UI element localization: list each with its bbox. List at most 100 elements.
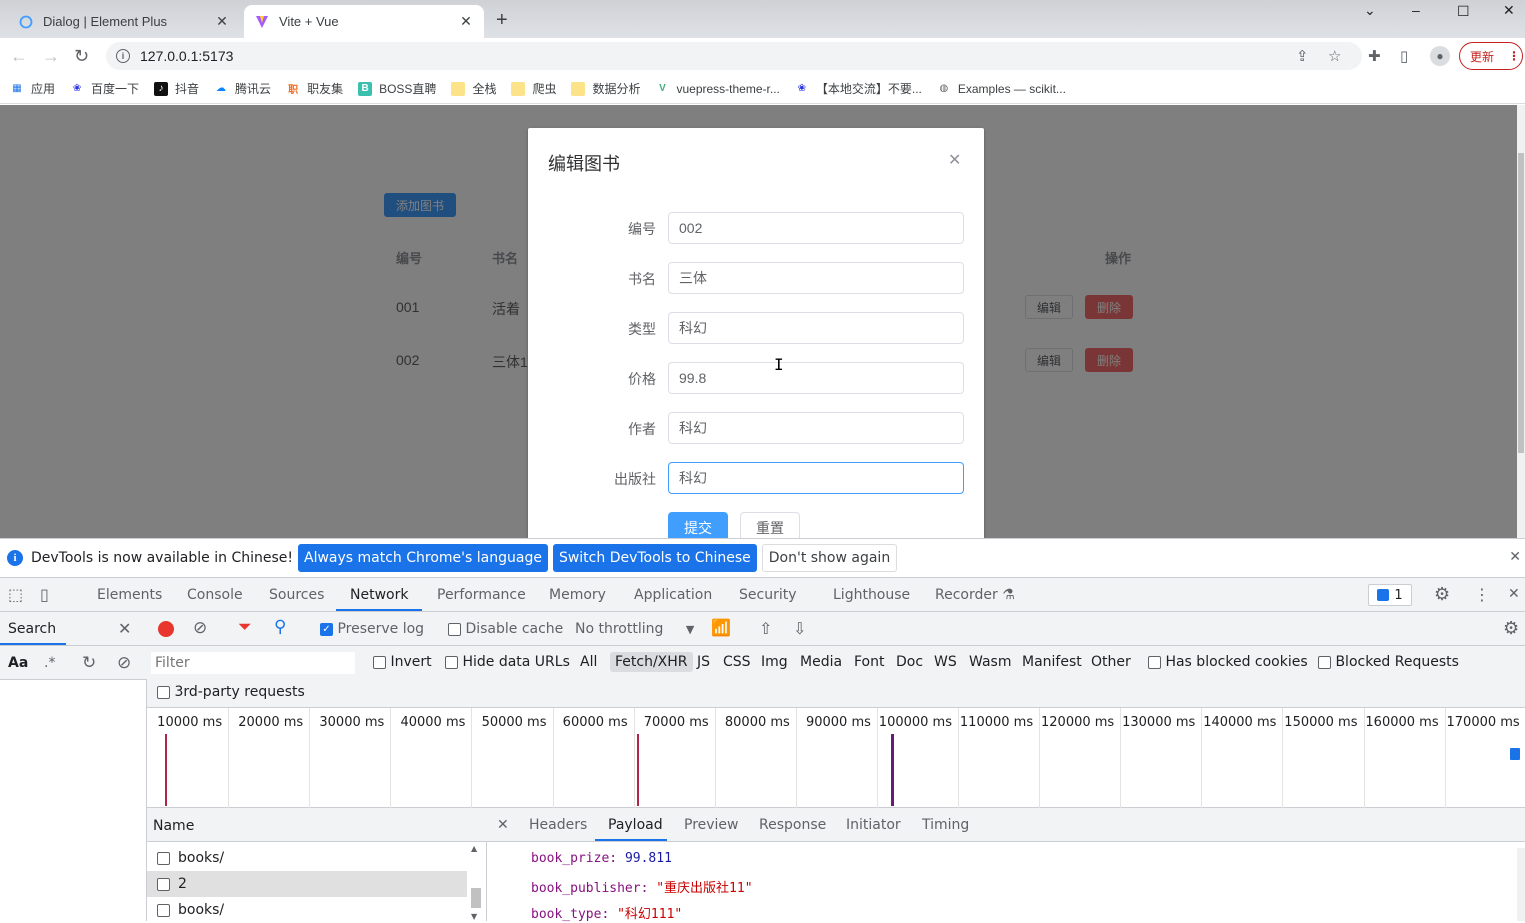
bookmark-item[interactable]: ❀ 【本地交流】不要...	[795, 80, 922, 97]
overview-handle-icon[interactable]	[1510, 748, 1520, 760]
scroll-up-arrow-icon[interactable]: ▲	[471, 844, 477, 853]
invert-checkbox[interactable]: Invert	[373, 654, 432, 670]
checkbox-checked[interactable]: ✓	[320, 622, 333, 636]
refresh-icon[interactable]: ↻	[82, 653, 96, 673]
export-har-icon[interactable]: ⇩	[793, 619, 806, 638]
tab-lighthouse[interactable]: Lighthouse	[833, 587, 910, 603]
filter-type-ws[interactable]: WS	[934, 654, 957, 670]
bookmark-item[interactable]: ◍ Examples — scikit...	[937, 82, 1066, 96]
side-panel-icon[interactable]: ▯	[1400, 47, 1408, 65]
checkbox[interactable]	[445, 655, 458, 669]
close-tab-icon[interactable]: ✕	[214, 13, 230, 30]
throttling-select[interactable]: No throttling ▼	[575, 621, 694, 637]
filter-type-manifest[interactable]: Manifest	[1022, 654, 1082, 670]
filter-type-css[interactable]: CSS	[723, 654, 751, 670]
tab-sources[interactable]: Sources	[269, 587, 324, 603]
filter-type-media[interactable]: Media	[800, 654, 842, 670]
blocked-requests-checkbox[interactable]: Blocked Requests	[1318, 654, 1459, 670]
reload-icon[interactable]: ↻	[74, 46, 89, 67]
checkbox[interactable]	[448, 622, 461, 636]
checkbox[interactable]	[373, 655, 386, 669]
tab-performance[interactable]: Performance	[437, 587, 526, 603]
id-input[interactable]	[668, 212, 964, 244]
search-icon[interactable]: ⚲	[274, 617, 286, 637]
bookmark-item[interactable]: ❀ 百度一下	[70, 80, 139, 97]
bookmark-folder[interactable]: 爬虫	[511, 80, 556, 97]
tab-application[interactable]: Application	[634, 587, 712, 603]
window-close-icon[interactable]: ✕	[1503, 2, 1515, 19]
checkbox[interactable]	[157, 685, 170, 699]
close-tab-icon[interactable]: ✕	[458, 13, 474, 30]
filter-type-all[interactable]: All	[580, 654, 597, 670]
bookmark-folder[interactable]: 全栈	[451, 80, 496, 97]
dialog-close-icon[interactable]: ✕	[948, 150, 961, 170]
browser-tab-element-plus[interactable]: Dialog | Element Plus ✕	[8, 5, 240, 38]
kebab-menu-icon[interactable]: ⋮	[1508, 49, 1520, 63]
page-scrollbar[interactable]	[1517, 105, 1525, 538]
site-info-icon[interactable]: i	[116, 49, 130, 63]
name-input[interactable]	[668, 262, 964, 294]
filter-type-fetch-xhr[interactable]: Fetch/XHR	[610, 652, 693, 672]
match-case-button[interactable]: Aa	[8, 655, 28, 671]
request-row-selected[interactable]: 2	[147, 871, 467, 897]
more-options-icon[interactable]: ⋮	[1474, 585, 1490, 604]
checkbox[interactable]	[1148, 655, 1161, 669]
forward-arrow-icon[interactable]: →	[42, 46, 60, 67]
filter-type-wasm[interactable]: Wasm	[969, 654, 1011, 670]
filter-type-font[interactable]: Font	[854, 654, 884, 670]
checkbox[interactable]	[1318, 655, 1331, 669]
switch-to-chinese-button[interactable]: Switch DevTools to Chinese	[552, 544, 757, 572]
bookmark-item[interactable]: ♪ 抖音	[154, 80, 199, 97]
disable-cache-checkbox[interactable]: Disable cache	[448, 621, 563, 637]
tab-console[interactable]: Console	[187, 587, 243, 603]
publisher-input[interactable]	[668, 462, 964, 494]
network-conditions-icon[interactable]: 📶	[711, 618, 731, 637]
scrollbar-thumb[interactable]	[1518, 153, 1524, 453]
preserve-log-checkbox[interactable]: ✓ Preserve log	[320, 621, 424, 637]
type-input[interactable]	[668, 312, 964, 344]
network-overview-timeline[interactable]: 10000 ms 20000 ms 30000 ms 40000 ms 50000 ms…	[147, 708, 1525, 808]
detail-tab-preview[interactable]: Preview	[684, 817, 739, 833]
dont-show-again-button[interactable]: Don't show again	[761, 544, 898, 572]
scrollbar-thumb[interactable]	[471, 888, 481, 908]
bookmark-item[interactable]: ▦ 应用	[10, 80, 55, 97]
filter-type-other[interactable]: Other	[1091, 654, 1131, 670]
tab-recorder[interactable]: Recorder ⚗	[935, 587, 1015, 603]
close-devtools-icon[interactable]: ✕	[1508, 586, 1520, 602]
has-blocked-cookies-checkbox[interactable]: Has blocked cookies	[1148, 654, 1308, 670]
maximize-icon[interactable]: ☐	[1457, 3, 1470, 20]
filter-input[interactable]	[151, 652, 355, 674]
new-tab-button[interactable]: +	[496, 9, 508, 32]
filter-type-img[interactable]: Img	[761, 654, 788, 670]
detail-tab-headers[interactable]: Headers	[529, 817, 587, 833]
close-infobar-icon[interactable]: ✕	[1509, 549, 1521, 565]
tab-network[interactable]: Network	[350, 587, 408, 603]
detail-tab-initiator[interactable]: Initiator	[846, 817, 901, 833]
clear-log-icon[interactable]: ⊘	[193, 618, 207, 638]
bookmark-item[interactable]: 职职友集	[286, 80, 343, 97]
third-party-checkbox[interactable]: 3rd-party requests	[157, 684, 305, 700]
back-arrow-icon[interactable]: ←	[10, 46, 28, 67]
request-row[interactable]: books/	[147, 845, 467, 871]
minimize-icon[interactable]: –	[1412, 2, 1420, 18]
search-tab[interactable]: Search ✕	[0, 612, 147, 646]
name-column-header[interactable]: Name	[147, 808, 487, 842]
profile-avatar-icon[interactable]: ●	[1430, 46, 1450, 66]
clear-icon[interactable]: ⊘	[117, 653, 131, 673]
request-list-scrollbar[interactable]: ▲ ▼	[469, 842, 483, 921]
payload-scrollbar[interactable]	[1517, 848, 1525, 921]
always-match-language-button[interactable]: Always match Chrome's language	[298, 544, 548, 572]
inspect-element-icon[interactable]: ⬚	[8, 585, 23, 604]
detail-tab-response[interactable]: Response	[759, 817, 826, 833]
browser-tab-vite-vue[interactable]: Vite + Vue ✕	[244, 5, 484, 38]
bookmark-star-icon[interactable]: ☆	[1328, 47, 1341, 65]
url-text[interactable]: 127.0.0.1:5173	[140, 48, 233, 64]
filter-funnel-icon[interactable]: ⏷	[238, 617, 252, 637]
regex-button[interactable]: .*	[44, 655, 55, 671]
close-search-icon[interactable]: ✕	[118, 619, 131, 638]
address-bar[interactable]: i 127.0.0.1:5173	[106, 42, 1362, 70]
bookmark-item[interactable]: ☁ 腾讯云	[214, 80, 271, 97]
author-input[interactable]	[668, 412, 964, 444]
share-icon[interactable]: ⇪	[1296, 47, 1309, 65]
close-detail-icon[interactable]: ✕	[497, 817, 509, 833]
